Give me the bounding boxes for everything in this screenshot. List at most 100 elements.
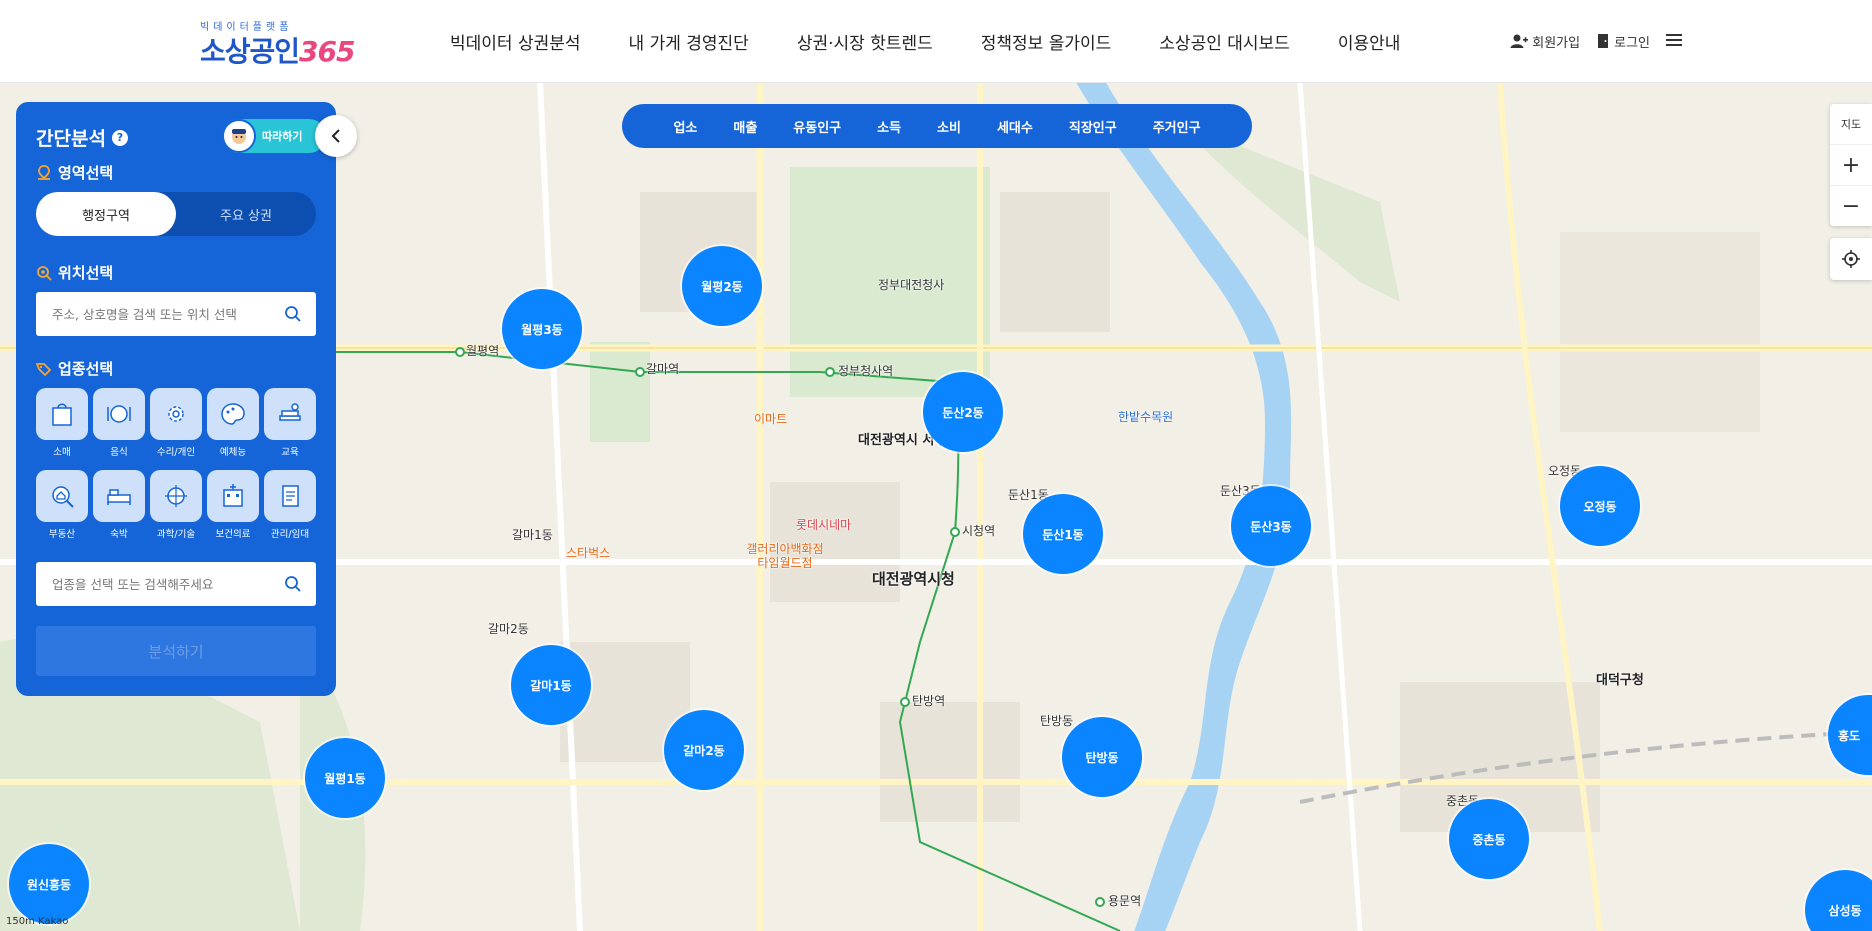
area-tab-group: 행정구역 주요 상권 bbox=[36, 192, 316, 236]
cluster-dunsan-1-dong[interactable]: 둔산1동 bbox=[1023, 494, 1103, 574]
area-pin-icon bbox=[38, 164, 50, 180]
search-icon[interactable] bbox=[284, 305, 302, 323]
zoom-in-button[interactable]: + bbox=[1830, 145, 1872, 186]
cluster-wolpyeong-1-dong[interactable]: 월평1동 bbox=[305, 738, 385, 818]
tab-major-commercial[interactable]: 주요 상권 bbox=[176, 192, 316, 236]
category-management-label: 관리/임대 bbox=[270, 529, 310, 540]
map-type-button[interactable]: 지도 bbox=[1830, 104, 1872, 145]
panel-title: 간단분석 ? bbox=[36, 124, 128, 151]
category-retail-label: 소매 bbox=[53, 447, 71, 458]
location-target-icon bbox=[37, 265, 52, 281]
area-select-label: 영역선택 bbox=[58, 164, 114, 182]
logo-title: 소상공인365 bbox=[200, 30, 356, 70]
gear-icon bbox=[168, 406, 184, 422]
hamburger-menu-icon[interactable] bbox=[1666, 32, 1682, 51]
industry-select-title: 업종선택 bbox=[36, 358, 113, 379]
current-location-button[interactable] bbox=[1830, 238, 1872, 280]
document-icon bbox=[282, 485, 299, 507]
nav-usage-guide[interactable]: 이용안내 bbox=[1338, 29, 1401, 54]
category-health-medical[interactable]: 보건의료 bbox=[207, 470, 259, 540]
chevron-left-icon bbox=[331, 129, 340, 143]
category-lodging-label: 숙박 bbox=[110, 529, 128, 540]
location-search-input[interactable] bbox=[50, 305, 284, 323]
category-real-estate[interactable]: 부동산 bbox=[36, 470, 88, 540]
category-repair-personal[interactable]: 수리/개인 bbox=[150, 388, 202, 458]
map-label-wolpyeong-station: 월평역 bbox=[466, 344, 500, 358]
signup-label: 회원가입 bbox=[1532, 35, 1581, 51]
category-repair-label: 수리/개인 bbox=[156, 447, 196, 458]
cluster-dunsan-2-dong[interactable]: 둔산2동 bbox=[923, 372, 1003, 452]
cat-sales[interactable]: 매출 bbox=[733, 117, 757, 136]
search-icon[interactable] bbox=[284, 575, 302, 593]
cat-floating-population[interactable]: 유동인구 bbox=[793, 117, 841, 136]
map-label-government-complex: 정부대전청사 bbox=[878, 278, 945, 292]
crosshair-icon bbox=[1842, 250, 1860, 268]
category-science-label: 과학/기술 bbox=[156, 529, 196, 540]
hospital-icon bbox=[223, 484, 243, 507]
nav-dashboard[interactable]: 소상공인 대시보드 bbox=[1159, 29, 1290, 54]
follow-tutorial-button[interactable]: 따라하기 bbox=[222, 119, 326, 153]
cluster-tanbang-dong[interactable]: 탄방동 bbox=[1062, 717, 1142, 797]
category-lodging[interactable]: 숙박 bbox=[93, 470, 145, 540]
bed-icon bbox=[107, 489, 131, 505]
shopping-bag-icon bbox=[52, 403, 72, 426]
cat-resident-population[interactable]: 주거인구 bbox=[1153, 117, 1201, 136]
category-management-rental[interactable]: 관리/임대 bbox=[264, 470, 316, 540]
analyze-button[interactable]: 분석하기 bbox=[36, 626, 316, 676]
cat-consumption[interactable]: 소비 bbox=[937, 117, 961, 136]
area-select-title: 영역선택 bbox=[36, 162, 113, 183]
category-arts-label: 예체능 bbox=[219, 447, 247, 458]
login-label: 로그인 bbox=[1614, 35, 1650, 51]
cluster-wonsinheung-dong[interactable]: 원신흥동 bbox=[9, 844, 89, 924]
site-logo[interactable]: 빅데이터플랫폼 소상공인365 bbox=[200, 16, 360, 68]
category-arts-sports[interactable]: 예체능 bbox=[207, 388, 259, 458]
cluster-galma-1-dong[interactable]: 갈마1동 bbox=[511, 645, 591, 725]
location-search-field bbox=[36, 292, 316, 336]
header-utilities: 회원가입 로그인 bbox=[1510, 0, 1872, 82]
signup-link[interactable]: 회원가입 bbox=[1510, 32, 1580, 51]
books-icon bbox=[279, 403, 301, 421]
category-food[interactable]: 음식 bbox=[93, 388, 145, 458]
industry-tag-icon bbox=[36, 362, 52, 376]
cluster-wolpyeong-3-dong[interactable]: 월평3동 bbox=[502, 289, 582, 369]
chip-icon bbox=[165, 485, 187, 507]
logo-title-text: 소상공인 bbox=[200, 35, 300, 68]
cat-stores[interactable]: 업소 bbox=[673, 117, 697, 136]
map-label-tanbang-station: 탄방역 bbox=[912, 694, 946, 708]
map-label-galma-1-dong: 갈마1동 bbox=[512, 528, 553, 542]
simple-analysis-panel: 간단분석 ? 따라하기 영역선택 행정구역 주요 상권 위치선택 업종선택 소매… bbox=[16, 102, 336, 696]
login-door-icon bbox=[1598, 34, 1609, 48]
cat-households[interactable]: 세대수 bbox=[997, 117, 1033, 136]
zoom-out-button[interactable]: − bbox=[1830, 186, 1872, 226]
nav-bigdata-analysis[interactable]: 빅데이터 상권분석 bbox=[450, 29, 581, 54]
category-education[interactable]: 교육 bbox=[264, 388, 316, 458]
map-scale-bar: 150m Kakao bbox=[6, 916, 69, 927]
category-education-label: 교육 bbox=[281, 447, 299, 458]
help-icon[interactable]: ? bbox=[111, 129, 128, 146]
industry-search-field bbox=[36, 562, 316, 606]
category-retail[interactable]: 소매 bbox=[36, 388, 88, 458]
location-select-label: 위치선택 bbox=[58, 264, 114, 282]
map-label-yongmun-station: 용문역 bbox=[1108, 894, 1142, 908]
tab-admin-district[interactable]: 행정구역 bbox=[36, 192, 176, 236]
map-label-galma-2-dong: 갈마2동 bbox=[488, 622, 529, 636]
cat-income[interactable]: 소득 bbox=[877, 117, 901, 136]
category-science-tech[interactable]: 과학/기술 bbox=[150, 470, 202, 540]
cat-worker-population[interactable]: 직장인구 bbox=[1069, 117, 1117, 136]
nav-policy-guide[interactable]: 정책정보 올가이드 bbox=[981, 29, 1112, 54]
map-label-lotte-cinema: 롯데시네마 bbox=[796, 518, 852, 532]
category-health-label: 보건의료 bbox=[215, 529, 251, 540]
nav-market-trend[interactable]: 상권·시장 핫트렌드 bbox=[797, 29, 933, 54]
cluster-ojeong-dong[interactable]: 오정동 bbox=[1560, 466, 1640, 546]
house-search-icon bbox=[52, 486, 74, 508]
panel-collapse-button[interactable] bbox=[315, 115, 357, 157]
cluster-wolpyeong-2-dong[interactable]: 월평2동 bbox=[682, 246, 762, 326]
nav-store-diagnosis[interactable]: 내 가게 경영진단 bbox=[629, 29, 749, 54]
cluster-dunsan-3-dong[interactable]: 둔산3동 bbox=[1231, 486, 1311, 566]
cluster-jungchon-dong[interactable]: 중촌동 bbox=[1449, 799, 1529, 879]
industry-search-input[interactable] bbox=[50, 575, 284, 593]
follow-label: 따라하기 bbox=[262, 130, 303, 143]
cluster-galma-2-dong[interactable]: 갈마2동 bbox=[664, 710, 744, 790]
login-link[interactable]: 로그인 bbox=[1596, 32, 1650, 51]
palette-icon bbox=[221, 403, 245, 425]
